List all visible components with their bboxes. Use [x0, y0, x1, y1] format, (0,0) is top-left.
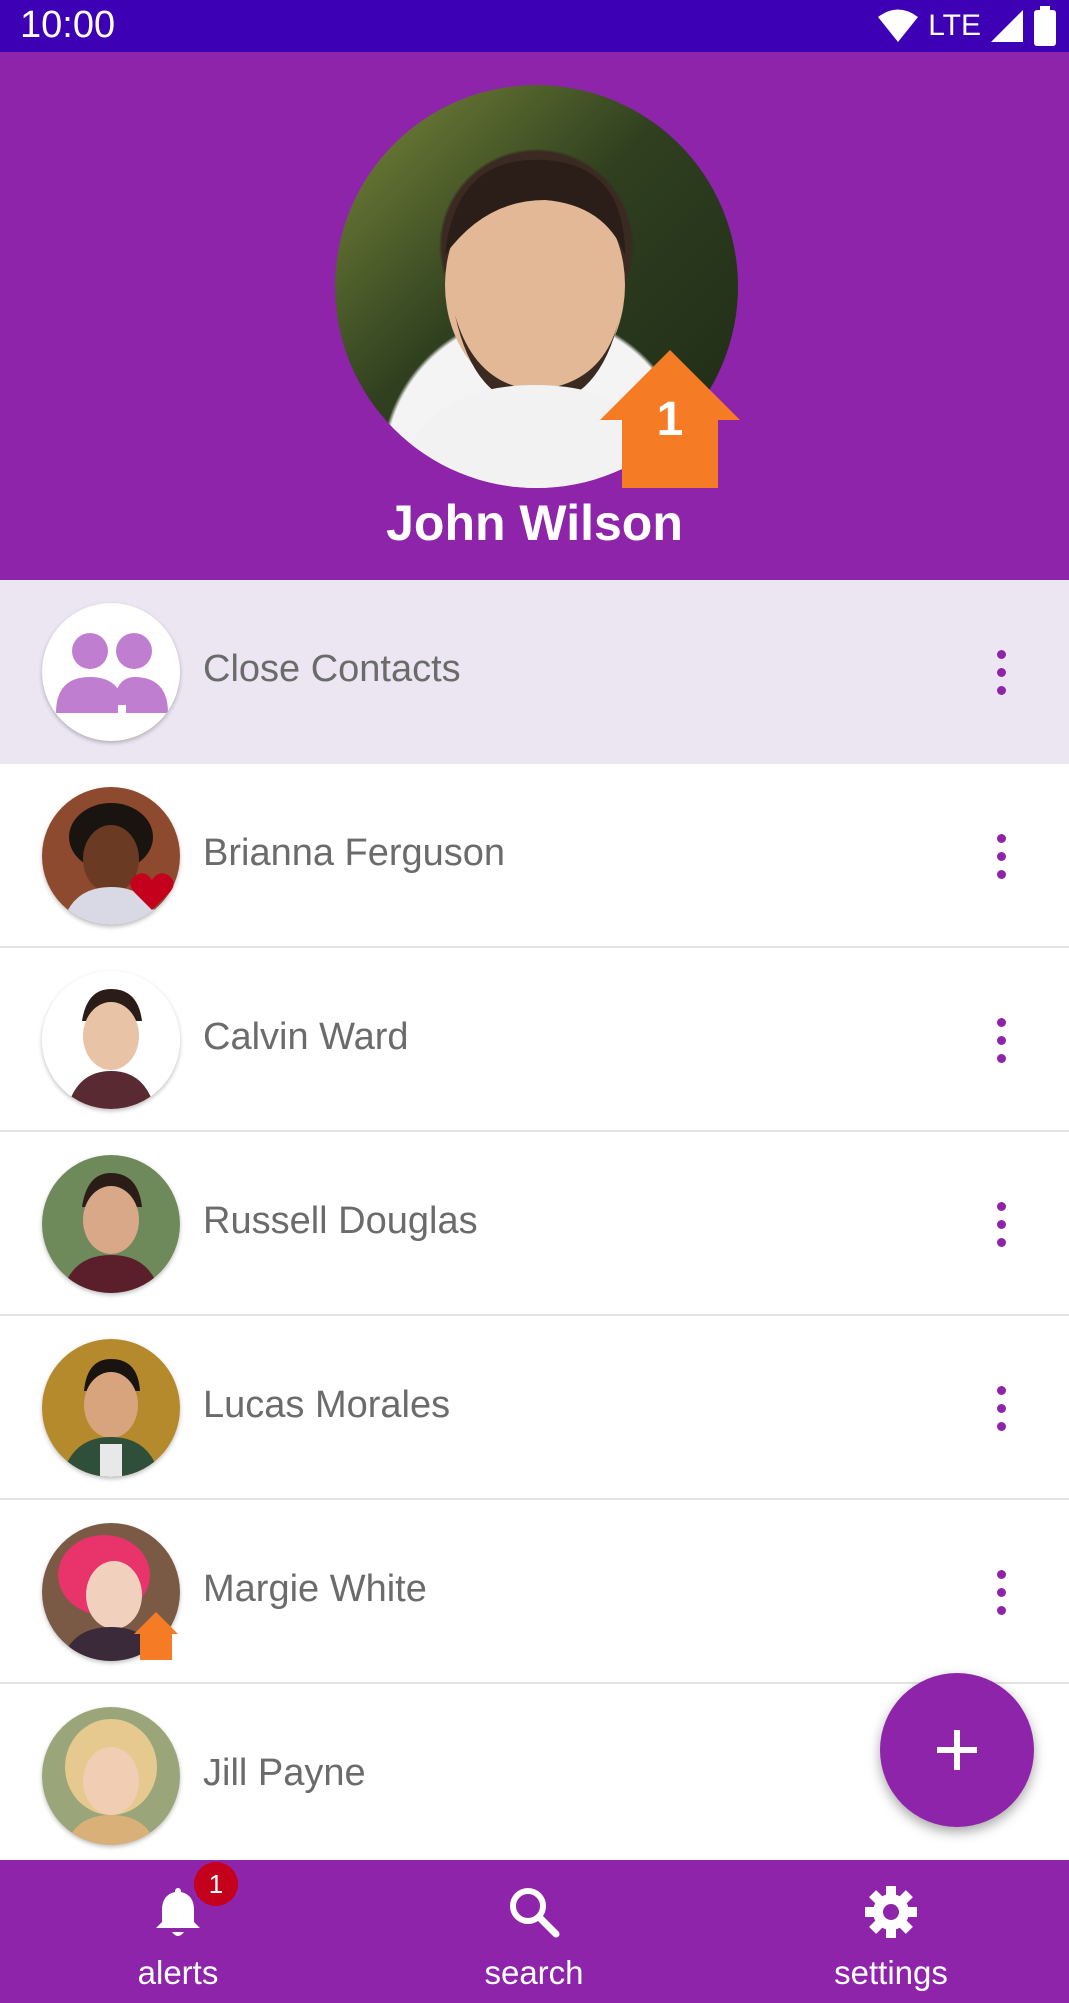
contact-avatar — [42, 1339, 180, 1477]
contact-name: Lucas Morales — [203, 1384, 451, 1426]
nav-label: alerts — [137, 1954, 219, 1991]
list-item[interactable]: Margie White — [0, 1500, 1069, 1684]
contact-avatar — [42, 971, 180, 1109]
more-options-icon[interactable] — [975, 1378, 1027, 1438]
contact-name: Close Contacts — [203, 648, 461, 690]
battery-icon — [1034, 6, 1056, 46]
more-options-icon[interactable] — [975, 1010, 1027, 1070]
contact-avatar — [42, 1155, 180, 1293]
list-item[interactable]: Lucas Morales — [0, 1316, 1069, 1500]
status-time: 10:00 — [20, 4, 116, 46]
group-avatar — [42, 603, 180, 741]
contact-name: Russell Douglas — [203, 1200, 478, 1242]
nav-alerts[interactable]: alerts — [0, 1860, 356, 2003]
wifi-icon — [878, 9, 919, 42]
group-icon — [56, 633, 168, 741]
contact-name: Brianna Ferguson — [203, 832, 506, 874]
heart-icon — [130, 873, 174, 910]
contact-list: Close Contacts Brianna Ferguson Calvin W… — [0, 580, 1069, 1868]
gear-icon — [865, 1886, 917, 1938]
home-badge-count: 1 — [656, 393, 684, 446]
nav-label: search — [484, 1954, 584, 1991]
contact-name: Calvin Ward — [203, 1016, 409, 1058]
list-item[interactable]: Close Contacts — [0, 580, 1069, 764]
more-options-icon[interactable] — [975, 826, 1027, 886]
list-item[interactable]: Brianna Ferguson — [0, 764, 1069, 948]
contact-name: Margie White — [203, 1568, 427, 1610]
plus-icon — [937, 1730, 977, 1770]
network-type: LTE — [928, 9, 981, 42]
status-icons: LTE — [876, 4, 1057, 48]
bottom-navigation: alerts search settings — [0, 1860, 1069, 2003]
contact-avatar — [42, 1707, 180, 1845]
home-icon — [134, 1612, 178, 1660]
status-bar: 10:00 LTE — [0, 0, 1069, 52]
more-options-icon[interactable] — [975, 642, 1027, 702]
list-item[interactable]: Calvin Ward — [0, 948, 1069, 1132]
add-contact-button[interactable] — [880, 1673, 1034, 1827]
nav-settings[interactable]: settings — [713, 1860, 1069, 2003]
signal-icon — [991, 10, 1023, 42]
list-item[interactable]: Russell Douglas — [0, 1132, 1069, 1316]
nav-search[interactable]: search — [356, 1860, 712, 2003]
profile-header: 1 John Wilson — [0, 52, 1069, 580]
more-options-icon[interactable] — [975, 1194, 1027, 1254]
alerts-badge: 1 — [194, 1862, 238, 1906]
search-icon — [510, 1888, 560, 1938]
nav-label: settings — [834, 1954, 948, 1991]
profile-name: John Wilson — [386, 495, 683, 551]
more-options-icon[interactable] — [975, 1562, 1027, 1622]
contact-name: Jill Payne — [203, 1752, 366, 1794]
